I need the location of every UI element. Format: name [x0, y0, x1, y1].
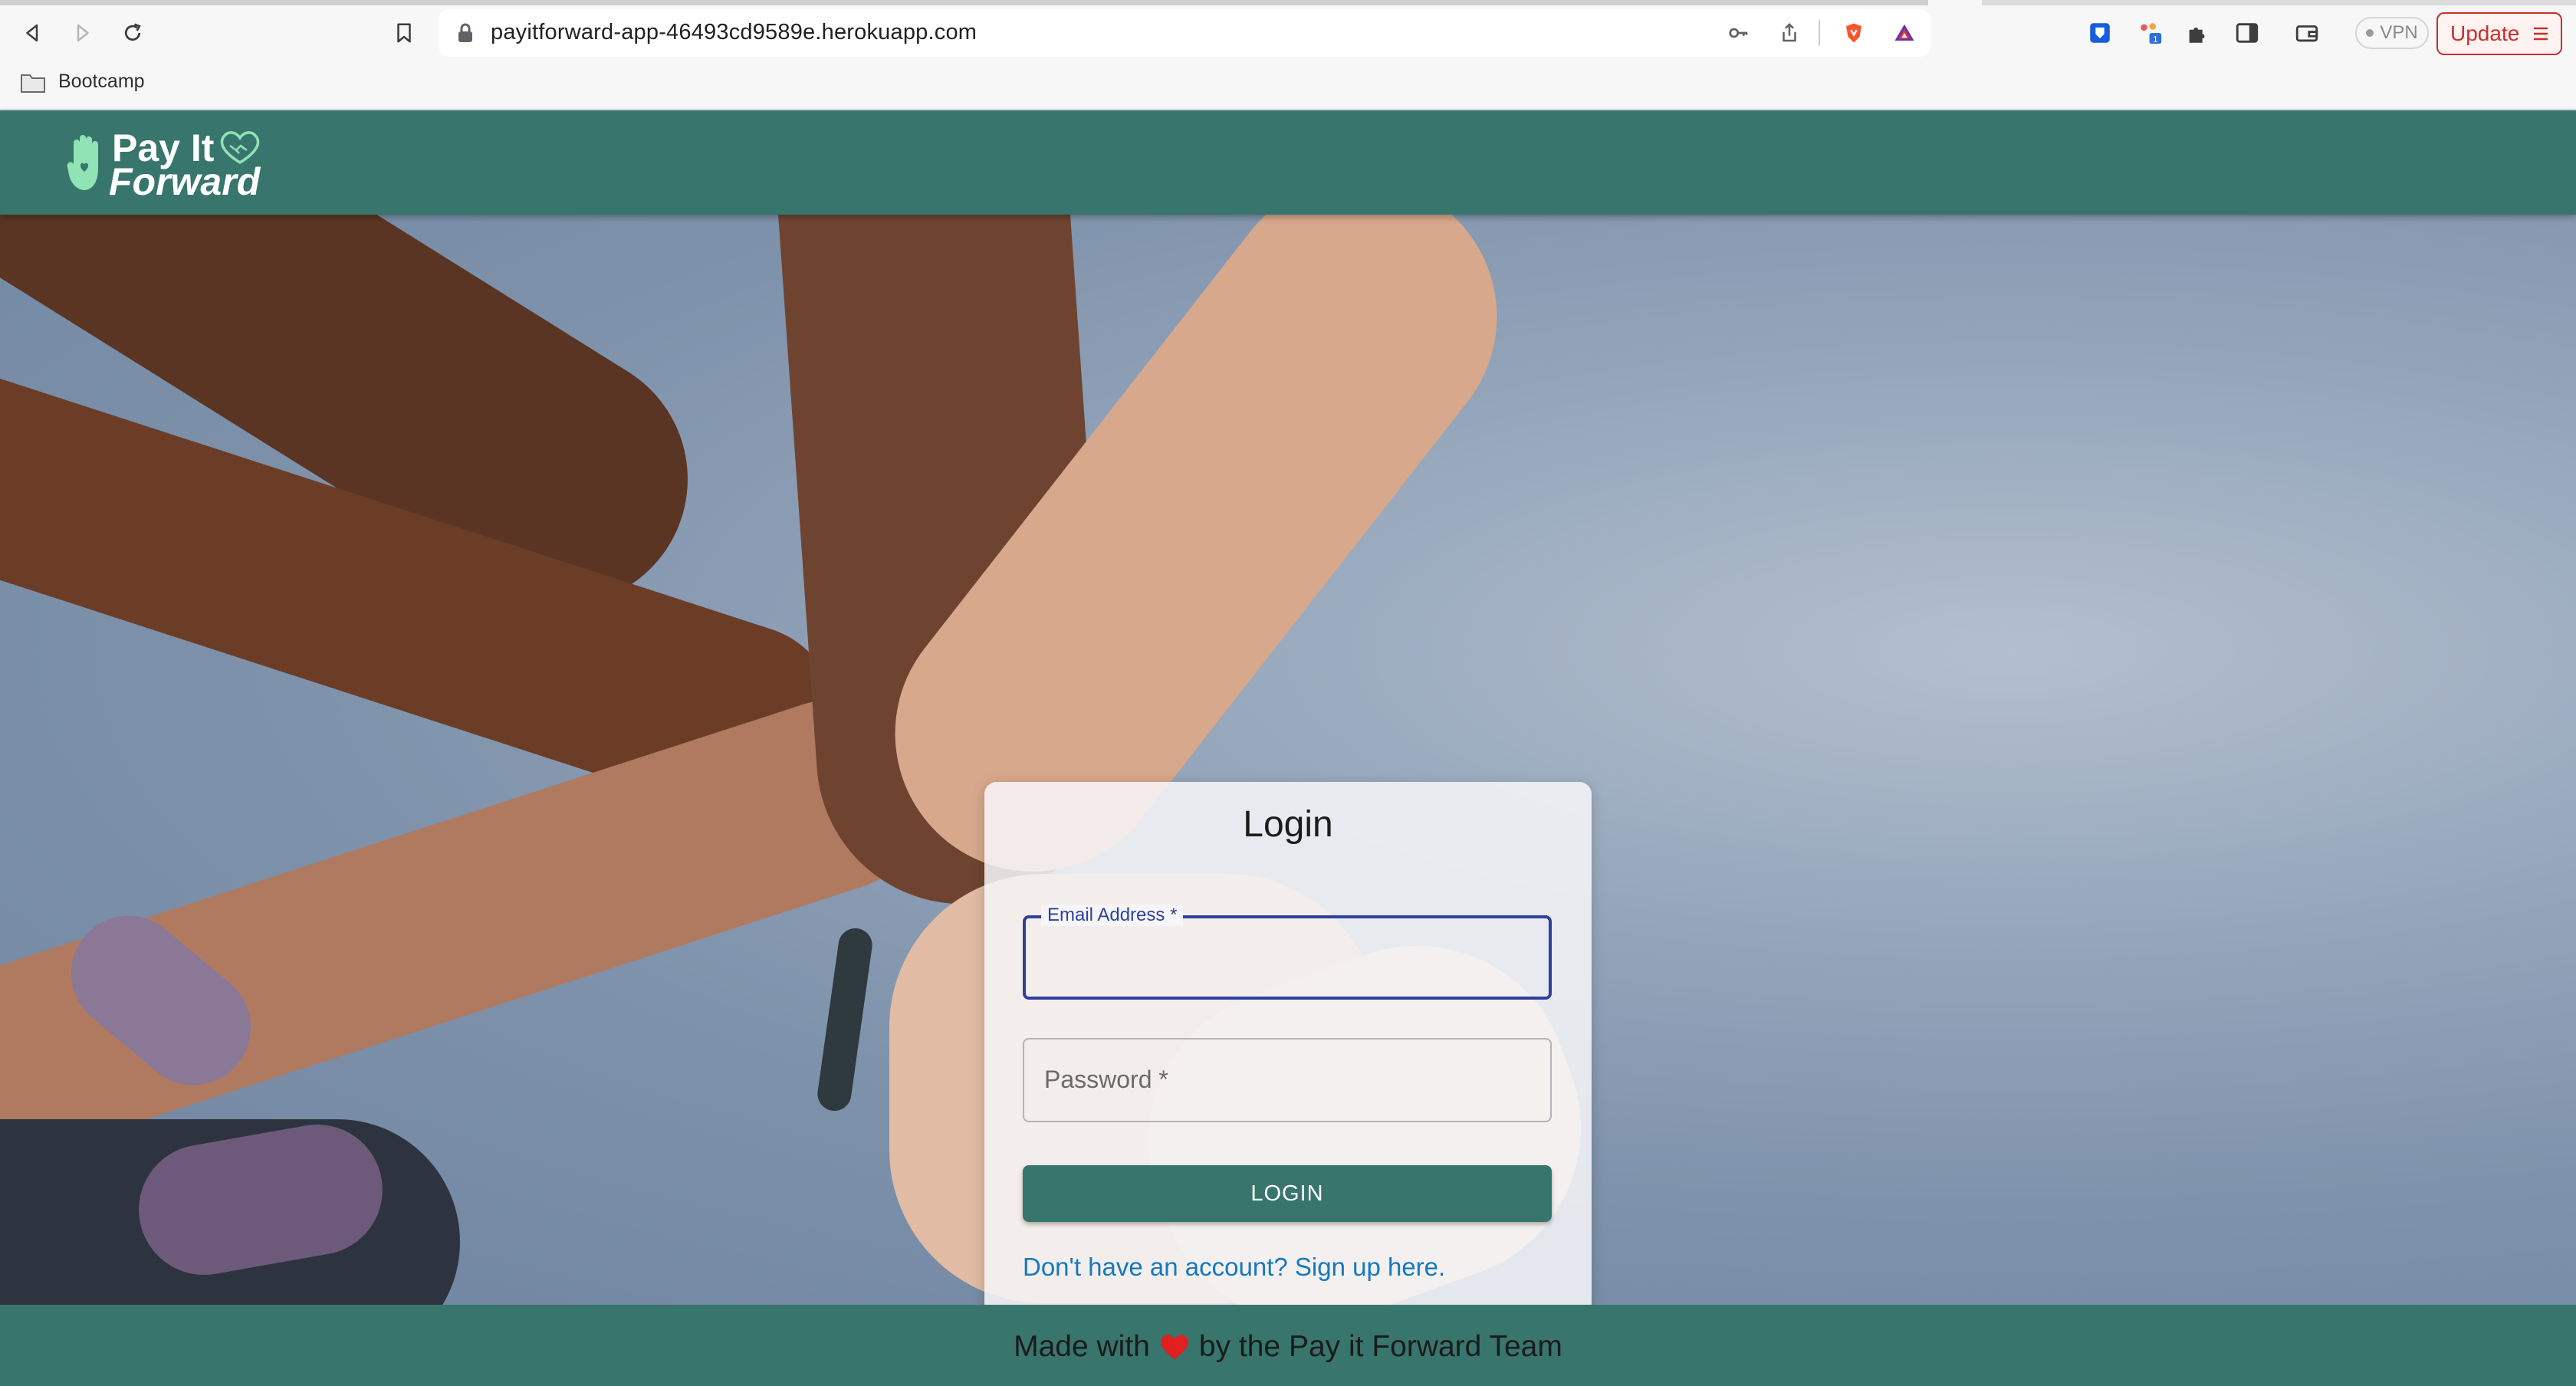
- email-label: Email Address *: [1041, 905, 1184, 926]
- share-icon[interactable]: [1774, 18, 1805, 48]
- logo-text-line2: Forward: [109, 160, 261, 203]
- app-header: Pay It Forward: [0, 110, 2576, 215]
- update-button[interactable]: Update: [2436, 12, 2562, 55]
- login-title: Login: [1243, 804, 1333, 845]
- bookmarks-bar: Bootcamp: [0, 64, 2576, 107]
- vpn-button[interactable]: VPN: [2355, 17, 2429, 49]
- heart-icon: [1160, 1335, 1188, 1359]
- menu-icon: [2534, 27, 2548, 41]
- brave-shield-icon[interactable]: [1838, 18, 1869, 48]
- back-icon: [26, 24, 38, 42]
- sidebar-toggle-icon[interactable]: [2229, 15, 2265, 51]
- back-button[interactable]: [14, 14, 52, 52]
- divider: [1819, 20, 1820, 46]
- vpn-label: VPN: [2380, 22, 2418, 43]
- pay-it-forward-logo[interactable]: Pay It Forward: [66, 126, 281, 203]
- brave-rewards-icon[interactable]: [1889, 18, 1920, 48]
- footer-text-after: by the Pay it Forward Team: [1198, 1330, 1562, 1363]
- footer-text-before: Made with: [1014, 1330, 1150, 1363]
- password-label: Password *: [1044, 1066, 1168, 1093]
- address-bar[interactable]: payitforward-app-46493cd9589e.herokuapp.…: [439, 9, 1930, 57]
- vpn-status-icon: [2366, 29, 2374, 37]
- bitwarden-extension-icon[interactable]: [2082, 15, 2118, 51]
- url-text[interactable]: payitforward-app-46493cd9589e.herokuapp.…: [491, 20, 977, 45]
- signup-link[interactable]: Don't have an account? Sign up here.: [1023, 1253, 1445, 1282]
- email-field[interactable]: Email Address *: [1023, 905, 1552, 1000]
- photo-wrist-band: [815, 926, 875, 1113]
- tab-strip: [0, 0, 2576, 5]
- wallet-icon[interactable]: [2289, 15, 2325, 51]
- reload-icon: [124, 23, 141, 41]
- lock-icon: [458, 23, 472, 42]
- social-extension-icon[interactable]: 1: [2133, 15, 2168, 51]
- login-card: Login Email Address * Password * LOGIN D…: [984, 782, 1592, 1305]
- app-footer: Made with by the Pay it Forward Team: [0, 1305, 2576, 1386]
- bookmark-icon: [397, 23, 411, 43]
- bookmark-folder-bootcamp[interactable]: Bootcamp: [58, 71, 145, 93]
- login-button[interactable]: LOGIN: [1023, 1165, 1552, 1222]
- footer-text: Made with by the Pay it Forward Team: [1014, 1330, 1562, 1364]
- forward-button[interactable]: [63, 14, 101, 52]
- hand-heart-icon: [67, 135, 98, 190]
- browser-chrome: payitforward-app-46493cd9589e.herokuapp.…: [0, 0, 2576, 110]
- web-page: Pay It Forward Login Email Address * Pas…: [0, 110, 2576, 1386]
- update-label: Update: [2450, 21, 2520, 45]
- reload-button[interactable]: [113, 14, 152, 52]
- folder-icon: [21, 74, 45, 93]
- bookmark-page-button[interactable]: [385, 14, 423, 52]
- extension-badge: 1: [2153, 34, 2157, 44]
- forward-icon: [77, 24, 89, 42]
- extensions-puzzle-icon[interactable]: [2180, 15, 2216, 51]
- password-field[interactable]: Password *: [1023, 1038, 1552, 1122]
- hero-background-image: Login Email Address * Password * LOGIN D…: [0, 215, 2576, 1305]
- password-key-icon[interactable]: [1723, 18, 1754, 48]
